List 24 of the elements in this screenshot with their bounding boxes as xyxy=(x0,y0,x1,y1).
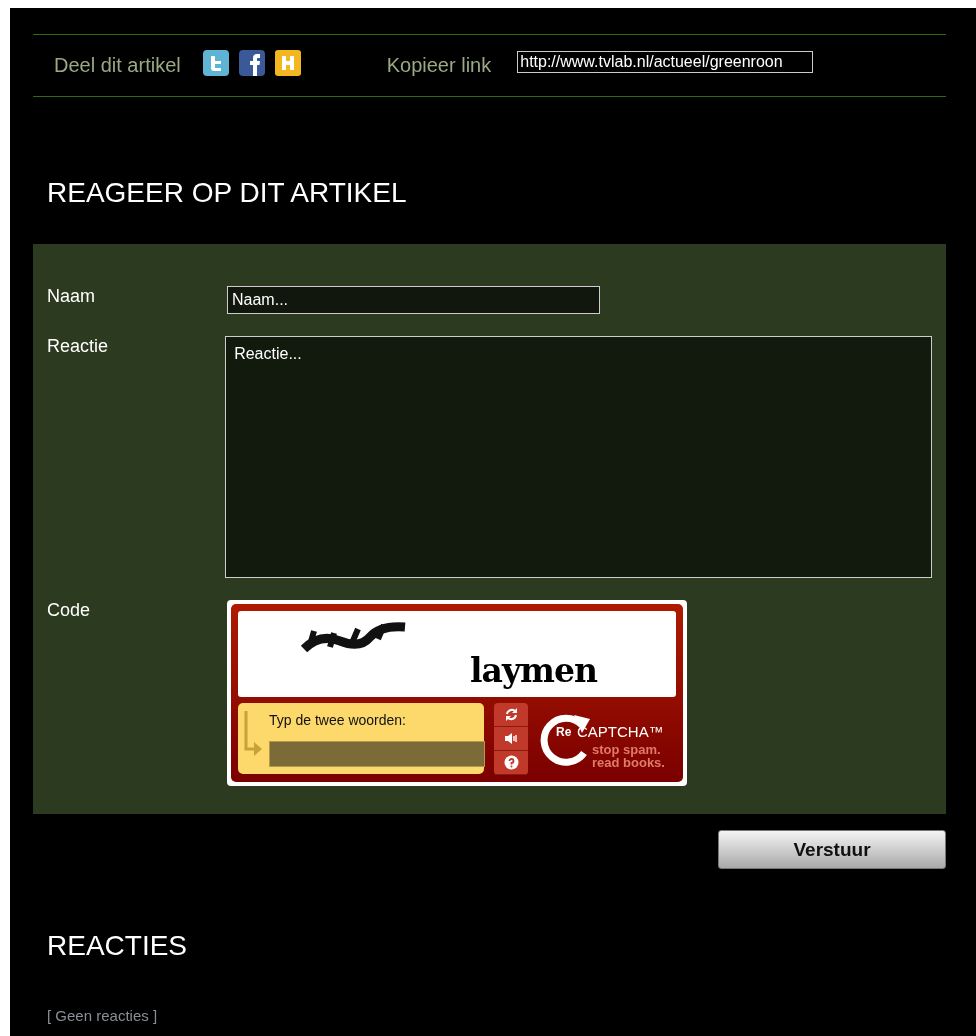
reload-icon xyxy=(503,707,519,722)
h-logo-icon[interactable] xyxy=(274,49,301,76)
link-field[interactable]: http://www.tvlab.nl/actueel/greenroon xyxy=(517,50,814,73)
slogan-line: read books. xyxy=(592,756,665,769)
section-heading: REACTIES xyxy=(47,930,189,962)
section-heading: REAGEER OP DIT ARTIKEL xyxy=(47,177,408,209)
brand-name: CAPTCHA™ xyxy=(577,723,664,740)
field-label: Code xyxy=(47,600,92,622)
help-icon xyxy=(503,755,519,770)
share-label: Deel dit artikel xyxy=(54,54,181,77)
speaker-icon xyxy=(503,731,519,746)
captcha-answer-field[interactable] xyxy=(269,741,485,767)
empty-message: [ Geen reacties ] xyxy=(47,1007,159,1024)
field-label: Reactie xyxy=(47,336,110,358)
facebook-icon[interactable] xyxy=(238,49,265,76)
name-field[interactable]: Naam... xyxy=(227,286,600,314)
copy-link-label: Kopieer link xyxy=(386,54,492,77)
captcha-prompt: Typ de twee woorden: xyxy=(269,712,406,728)
comment-field[interactable]: Reactie... xyxy=(225,336,932,578)
slogan-line: stop spam. xyxy=(592,743,661,756)
field-label: Naam xyxy=(47,286,96,308)
brand-prefix: Re xyxy=(556,725,572,739)
captcha-word: laymen xyxy=(470,651,597,690)
submit-button[interactable]: Verstuur xyxy=(718,830,946,869)
